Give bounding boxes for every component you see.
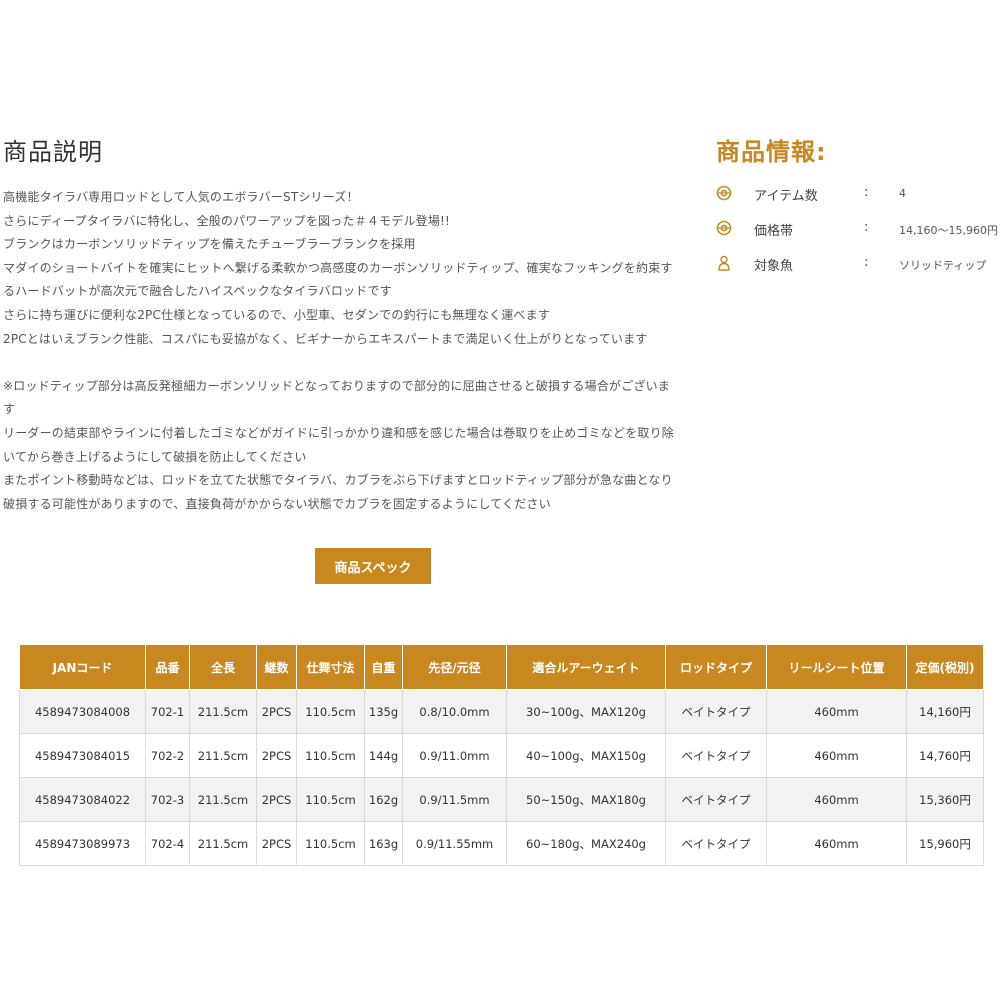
- table-cell: 40~100g、MAX150g: [506, 733, 666, 778]
- table-cell: ベイトタイプ: [665, 777, 767, 822]
- table-row: 4589473084008 702-1 211.5cm 2PCS 110.5cm…: [19, 689, 984, 734]
- table-cell: 110.5cm: [296, 821, 365, 866]
- table-cell: 702-4: [145, 821, 190, 866]
- caution-line: またポイント移動時などは、ロッドを立てた状態でタイラバ、カブラをぶら下げますとロ…: [3, 473, 673, 488]
- product-spec-button[interactable]: 商品スペック: [315, 548, 431, 584]
- table-cell: 2PCS: [256, 821, 297, 866]
- table-cell: 702-2: [145, 733, 190, 778]
- table-cell: 460mm: [766, 777, 907, 822]
- description-line: ブランクはカーボンソリッドティップを備えたチューブラーブランクを採用: [3, 237, 416, 252]
- person-icon: [716, 255, 732, 271]
- description-line: さらにディープタイラバに特化し、全般のパワーアップを図った＃４モデル登場!!: [3, 213, 451, 228]
- table-cell: 110.5cm: [296, 777, 365, 822]
- table-cell: 211.5cm: [189, 689, 257, 734]
- tag-icon: [716, 185, 732, 201]
- caution-line: いてから巻き上げるようにして破損を防止してください: [3, 449, 307, 464]
- table-cell: 211.5cm: [189, 777, 257, 822]
- table-cell: 460mm: [766, 821, 907, 866]
- info-colon: :: [864, 255, 869, 270]
- table-cell: 4589473089973: [19, 821, 146, 866]
- info-row-item-count: アイテム数 : 4: [716, 182, 1000, 206]
- caution-line: 破損する可能性がありますので、直接負荷がかからない状態でカブラを固定するようにし…: [3, 496, 551, 511]
- info-colon: :: [864, 185, 869, 200]
- table-header-row: JANコード 品番 全長 継数 仕舞寸法 自重 先径/元径 適合ルアーウェイト …: [19, 644, 984, 690]
- spec-table: JANコード 品番 全長 継数 仕舞寸法 自重 先径/元径 適合ルアーウェイト …: [19, 644, 984, 866]
- table-cell: 0.9/11.55mm: [402, 821, 507, 866]
- table-cell: 702-1: [145, 689, 190, 734]
- info-value: ソリッドティップ: [899, 259, 987, 272]
- table-cell: 4589473084022: [19, 777, 146, 822]
- description-line: 高機能タイラバ専用ロッドとして人気のエボラバーSTシリーズ！: [3, 190, 359, 204]
- table-cell: 14,160円: [906, 689, 984, 734]
- table-cell: 211.5cm: [189, 821, 257, 866]
- table-cell: 4589473084015: [19, 733, 146, 778]
- table-row: 4589473084022 702-3 211.5cm 2PCS 110.5cm…: [19, 777, 984, 822]
- description-title: 商品説明: [3, 138, 103, 166]
- column-header: 仕舞寸法: [296, 644, 365, 690]
- table-cell: 0.9/11.5mm: [402, 777, 507, 822]
- table-cell: ベイトタイプ: [665, 733, 767, 778]
- column-header: 品番: [145, 644, 190, 690]
- column-header: JANコード: [19, 644, 146, 690]
- info-value: 14,160～15,960円: [899, 224, 998, 237]
- table-cell: 110.5cm: [296, 689, 365, 734]
- table-cell: 0.8/10.0mm: [402, 689, 507, 734]
- description-line: 2PCとはいえブランク性能、コスパにも妥協がなく、ビギナーからエキスパートまで満…: [3, 331, 648, 346]
- table-row: 4589473084015 702-2 211.5cm 2PCS 110.5cm…: [19, 733, 984, 778]
- column-header: 適合ルアーウェイト: [506, 644, 666, 690]
- table-cell: 702-3: [145, 777, 190, 822]
- column-header: 定価(税別): [906, 644, 984, 690]
- description-line: さらに持ち運びに便利な2PC仕様となっているので、小型車、セダンでの釣行にも無理…: [3, 307, 551, 322]
- table-cell: 2PCS: [256, 689, 297, 734]
- table-cell: 0.9/11.0mm: [402, 733, 507, 778]
- info-value: 4: [899, 187, 906, 200]
- tag-icon: [716, 220, 732, 236]
- table-row: 4589473089973 702-4 211.5cm 2PCS 110.5cm…: [19, 821, 984, 866]
- table-cell: 135g: [364, 689, 403, 734]
- column-header: 自重: [364, 644, 403, 690]
- column-header: 全長: [189, 644, 257, 690]
- column-header: リールシート位置: [766, 644, 907, 690]
- description-body: 高機能タイラバ専用ロッドとして人気のエボラバーSTシリーズ！ さらにディープタイ…: [3, 186, 685, 516]
- info-row-price-range: 価格帯 : 14,160～15,960円: [716, 217, 1000, 241]
- table-cell: 60~180g、MAX240g: [506, 821, 666, 866]
- table-cell: 50~150g、MAX180g: [506, 777, 666, 822]
- table-cell: 460mm: [766, 733, 907, 778]
- table-cell: 162g: [364, 777, 403, 822]
- table-cell: 211.5cm: [189, 733, 257, 778]
- caution-line: ※ロッドティップ部分は高反発極細カーボンソリッドとなっておりますので部分的に屈曲…: [3, 378, 671, 393]
- table-cell: 110.5cm: [296, 733, 365, 778]
- table-cell: 460mm: [766, 689, 907, 734]
- table-cell: ベイトタイプ: [665, 821, 767, 866]
- column-header: 継数: [256, 644, 297, 690]
- info-label: 価格帯: [754, 224, 794, 239]
- table-cell: 2PCS: [256, 733, 297, 778]
- caution-line: リーダーの結束部やラインに付着したゴミなどがガイドに引っかかり違和感を感じた場合…: [3, 425, 675, 440]
- table-cell: 30~100g、MAX120g: [506, 689, 666, 734]
- info-label: 対象魚: [754, 259, 794, 274]
- table-cell: 4589473084008: [19, 689, 146, 734]
- table-cell: 2PCS: [256, 777, 297, 822]
- column-header: 先径/元径: [402, 644, 507, 690]
- info-label: アイテム数: [754, 189, 818, 204]
- table-cell: 14,760円: [906, 733, 984, 778]
- caution-line: す: [3, 402, 16, 417]
- description-line: るハードバットが高次元で融合したハイスペックなタイラバロッドです: [3, 284, 392, 299]
- info-row-target-fish: 対象魚 : ソリッドティップ: [716, 252, 1000, 276]
- table-cell: 15,360円: [906, 777, 984, 822]
- product-info-title: 商品情報:: [716, 138, 827, 166]
- table-cell: 15,960円: [906, 821, 984, 866]
- table-cell: 163g: [364, 821, 403, 866]
- info-colon: :: [864, 220, 869, 235]
- table-cell: ベイトタイプ: [665, 689, 767, 734]
- table-cell: 144g: [364, 733, 403, 778]
- description-line: マダイのショートバイトを確実にヒットへ繋げる柔軟かつ高感度のカーボンソリッドティ…: [3, 260, 673, 275]
- column-header: ロッドタイプ: [665, 644, 767, 690]
